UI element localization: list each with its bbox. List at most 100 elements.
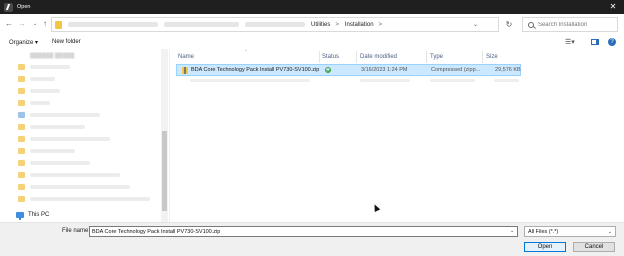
- dialog-footer: File name: ⌄ All Files (*.*) ⌄ Open Canc…: [0, 222, 624, 256]
- redacted-label: [30, 101, 50, 105]
- navigation-pane[interactable]: ▒▒▒▒▒▒ ▒▒▒▒▒ This PC: [8, 49, 169, 222]
- nav-item[interactable]: [18, 159, 90, 167]
- nav-item[interactable]: [18, 75, 55, 83]
- redacted-label: [30, 197, 150, 201]
- redacted-nav-label: ▒▒▒▒▒▒ ▒▒▒▒▒: [30, 53, 75, 59]
- redacted-cell: [430, 79, 475, 82]
- title-bar: Open ✕: [0, 0, 624, 14]
- recent-locations-icon[interactable]: ⌄: [30, 19, 40, 29]
- forward-arrow-icon[interactable]: →: [17, 19, 27, 29]
- address-bar[interactable]: Utilities > Installation > ⌄: [51, 17, 499, 32]
- breadcrumb-installation[interactable]: Installation: [345, 22, 374, 28]
- chevron-down-icon: ⌄: [607, 229, 612, 235]
- nav-item-this-pc[interactable]: This PC: [16, 212, 50, 220]
- folder-icon: [18, 148, 25, 154]
- redacted-label: [30, 125, 85, 129]
- folder-icon: [18, 136, 25, 142]
- nav-scrollbar[interactable]: [161, 49, 168, 222]
- redacted-label: [30, 113, 100, 117]
- search-icon: [528, 21, 534, 28]
- window-title: Open: [17, 4, 31, 10]
- redacted-label: [30, 65, 70, 69]
- chevron-down-icon[interactable]: ⌄: [473, 21, 478, 28]
- breadcrumb-utilities[interactable]: Utilities: [311, 22, 330, 28]
- folder-icon: [18, 64, 25, 70]
- redacted-label: [30, 149, 75, 153]
- redacted-path: [164, 22, 239, 27]
- nav-item[interactable]: [18, 135, 110, 143]
- nav-item[interactable]: [18, 147, 75, 155]
- column-separator[interactable]: [356, 51, 357, 63]
- redacted-cell: [360, 79, 410, 82]
- file-name-input[interactable]: [89, 226, 518, 237]
- column-header-status[interactable]: Status: [322, 54, 339, 60]
- column-separator[interactable]: [319, 51, 320, 63]
- folder-icon: [18, 184, 25, 190]
- file-size: 29,576 KB: [495, 67, 521, 73]
- redacted-label: [30, 161, 90, 165]
- folder-icon: [18, 124, 25, 130]
- nav-scrollbar-thumb[interactable]: [162, 131, 167, 211]
- folder-icon: [18, 160, 25, 166]
- nav-item-label: This PC: [28, 212, 50, 218]
- sync-ok-icon: [325, 67, 331, 73]
- folder-icon: [18, 196, 25, 202]
- breadcrumb-separator: >: [335, 21, 339, 28]
- file-list: Name ^ Status Date modified Type Size BD…: [172, 48, 624, 222]
- file-type-value: All Files (*.*): [528, 229, 559, 235]
- address-row: ← → ⌄ ↑ Utilities > Installation > ⌄ ↻: [0, 14, 624, 35]
- redacted-path: [68, 22, 158, 27]
- redacted-label: [30, 77, 55, 81]
- search-input[interactable]: [537, 21, 617, 28]
- chevron-down-icon[interactable]: ⌄: [510, 228, 514, 234]
- column-header-type[interactable]: Type: [430, 54, 443, 60]
- folder-icon: [18, 172, 25, 178]
- nav-item[interactable]: [18, 171, 120, 179]
- open-button[interactable]: Open: [524, 242, 566, 252]
- nav-item[interactable]: [18, 63, 70, 71]
- column-header-date[interactable]: Date modified: [360, 54, 397, 60]
- close-icon[interactable]: ✕: [608, 2, 618, 12]
- file-name-label: File name:: [62, 228, 91, 234]
- cancel-button[interactable]: Cancel: [573, 242, 615, 252]
- folder-icon: [55, 20, 62, 29]
- nav-item[interactable]: [18, 183, 130, 191]
- file-name: BDA Core Technology Pack Install PV730-S…: [191, 67, 320, 73]
- file-type: Compressed (zipp...: [431, 67, 481, 73]
- column-header-name[interactable]: Name: [178, 54, 194, 60]
- breadcrumb-separator: >: [378, 21, 383, 28]
- redacted-path: [245, 22, 305, 27]
- folder-icon: [18, 76, 25, 82]
- view-options-icon[interactable]: ☰▾: [565, 38, 575, 46]
- pane-divider[interactable]: [169, 49, 170, 222]
- sort-caret-icon: ^: [245, 48, 247, 53]
- redacted-row: [176, 77, 521, 84]
- folder-icon: [18, 88, 25, 94]
- column-separator[interactable]: [482, 51, 483, 63]
- nav-item[interactable]: [18, 99, 50, 107]
- search-box[interactable]: [522, 17, 618, 32]
- back-arrow-icon[interactable]: ←: [4, 19, 14, 29]
- nav-item[interactable]: [18, 87, 60, 95]
- new-folder-button[interactable]: New folder: [52, 39, 81, 45]
- file-row[interactable]: BDA Core Technology Pack Install PV730-S…: [176, 64, 521, 76]
- computer-icon: [16, 212, 24, 220]
- redacted-label: [30, 89, 60, 93]
- help-icon[interactable]: ?: [608, 38, 616, 46]
- nav-item[interactable]: [18, 123, 85, 131]
- file-type-select[interactable]: All Files (*.*) ⌄: [524, 226, 616, 237]
- column-separator[interactable]: [426, 51, 427, 63]
- up-arrow-icon[interactable]: ↑: [40, 19, 50, 29]
- refresh-icon[interactable]: ↻: [502, 17, 516, 32]
- nav-item[interactable]: [18, 195, 150, 203]
- nav-item[interactable]: [18, 111, 100, 119]
- column-header-size[interactable]: Size: [486, 54, 498, 60]
- redacted-cell: [494, 79, 519, 82]
- app-icon: [4, 2, 13, 12]
- folder-icon: [18, 100, 25, 106]
- preview-pane-icon[interactable]: [591, 39, 599, 45]
- redacted-label: [30, 137, 110, 141]
- file-date: 3/16/2023 1:24 PM: [361, 67, 408, 73]
- organize-button[interactable]: Organize ▾: [9, 39, 38, 46]
- redacted-cell: [190, 79, 310, 82]
